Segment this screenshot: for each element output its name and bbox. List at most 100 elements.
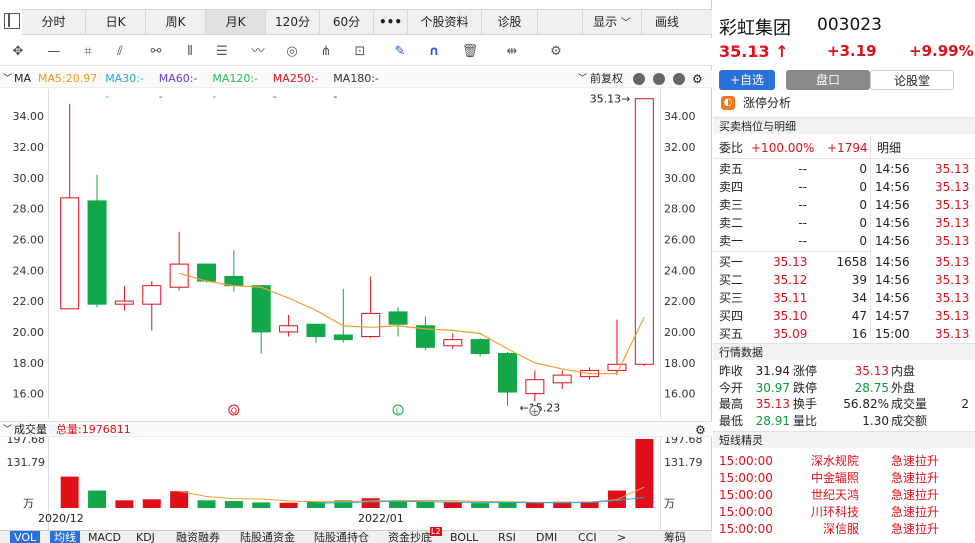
gear-icon[interactable]: ⚙ (695, 422, 706, 438)
tab-forum[interactable]: 论股堂 (870, 70, 954, 90)
indicator-tab[interactable]: 陆股通持仓 (314, 531, 369, 543)
level-price: 35.11 (773, 290, 808, 305)
settings-gear-icon[interactable]: ⚙ (546, 42, 566, 62)
fuquan-selector[interactable]: 前复权 (590, 70, 623, 88)
alert-stock[interactable]: 深信服 (803, 520, 859, 538)
gear-icon[interactable]: ⚙ (692, 70, 703, 88)
short-term-title: 短线精灵 (713, 431, 975, 448)
add-watchlist-button[interactable]: +自选 (719, 70, 775, 90)
volume-label: 成交量 (14, 423, 47, 436)
indicator-tab[interactable]: KDJ (136, 531, 155, 543)
y-tick-right: 30.00 (664, 172, 696, 185)
tab-more[interactable]: ••• (374, 10, 408, 34)
tab-diagnosis[interactable]: 诊股 (482, 10, 538, 34)
tab-week[interactable]: 周K (146, 10, 206, 34)
tab-profile[interactable]: 个股资料 (408, 10, 482, 34)
candle-body (552, 374, 572, 384)
line-tool-icon[interactable]: — (44, 42, 64, 62)
axis-left-line (48, 89, 49, 419)
text-box-icon[interactable]: ☰ (212, 42, 232, 62)
fan-tool-icon[interactable]: ⫽ (110, 42, 130, 62)
alert-stock[interactable]: 中金辐照 (803, 469, 859, 487)
level-price: -- (798, 198, 807, 213)
bars-tool-icon[interactable]: ⦀ (180, 42, 200, 62)
chevron-down-icon[interactable]: ﹀ (3, 422, 12, 438)
volume-chart[interactable]: 197.68 197.68 131.79 131.79 万 万 2020/12 2022/01 (0, 437, 712, 530)
vol-tick-left: 197.68 (7, 437, 46, 446)
annotation-icon[interactable]: ⊡ (350, 42, 370, 62)
indicator-tab[interactable]: 陆股通资金 (240, 531, 295, 543)
indicator-tab[interactable]: CCI (578, 531, 597, 543)
trash-icon[interactable]: 🗑 (460, 42, 480, 62)
sidebar-toggle-icon[interactable] (4, 13, 20, 29)
market-label: 跌停 (793, 380, 818, 395)
y-tick-left: 26.00 (13, 233, 45, 246)
ma-item: MA5:20.97 (38, 72, 98, 85)
crop-tool-icon[interactable]: ⌗ (78, 42, 98, 62)
limit-up-analysis-link[interactable]: 涨停分析 (743, 94, 791, 112)
alert-stock[interactable]: 世纪天鸿 (803, 486, 859, 504)
candle-body (251, 285, 271, 333)
move-cross-icon[interactable]: ✥ (8, 42, 28, 62)
indicator-tab[interactable]: MACD (88, 531, 121, 543)
indicator-tab[interactable]: > (617, 531, 626, 543)
chevron-down-icon[interactable]: ﹀ (578, 70, 587, 88)
candle-body (498, 353, 517, 393)
y-tick-left: 34.00 (13, 110, 45, 123)
alert-event: 急速拉升 (891, 471, 940, 485)
market-value: 35.13 (854, 364, 889, 378)
wave-tool-icon[interactable]: 〰 (248, 42, 268, 62)
trade-price: 35.13 (935, 272, 970, 287)
alert-stock[interactable]: 深水规院 (803, 452, 859, 470)
plus-icon[interactable] (653, 73, 665, 85)
event-marker-label: L (396, 407, 401, 416)
tab-day[interactable]: 日K (86, 10, 146, 34)
indicator-tab[interactable]: 融资融券 (176, 531, 220, 543)
alert-event: 急速拉升 (891, 488, 940, 502)
draw-toolbar: ✥ — ⌗ ⫽ ⚯ ⦀ ☰ 〰 ◎ ⋔ ⊡ ✎ ∩ 🗑 ⇹ ⚙ (0, 38, 712, 66)
buy-level-label: 买四 (719, 308, 744, 323)
indicator-tab[interactable]: VOL (10, 531, 41, 543)
minus-icon[interactable] (633, 73, 645, 85)
market-label: 量比 (793, 413, 818, 428)
eraser-icon[interactable]: ✎ (390, 42, 410, 62)
split-icon[interactable]: ⇹ (502, 42, 522, 62)
candle-body (361, 312, 381, 338)
indicator-tab[interactable]: 筹码 (664, 531, 686, 543)
tab-120min[interactable]: 120分 (266, 10, 320, 34)
circle-tool-icon[interactable]: ◎ (282, 42, 302, 62)
vol-tick-right: 131.79 (664, 456, 703, 469)
indicator-tab[interactable]: DMI (536, 531, 557, 543)
sell-level-label: 卖一 (719, 234, 744, 249)
volume-bar (471, 503, 490, 508)
tab-60min[interactable]: 60分 (320, 10, 374, 34)
fork-tool-icon[interactable]: ⋔ (316, 42, 336, 62)
candle-body (279, 325, 299, 333)
vol-tick-left: 131.79 (7, 456, 46, 469)
indicator-tab[interactable]: 均线 (50, 531, 80, 543)
minus-icon[interactable] (673, 73, 685, 85)
market-label: 涨停 (793, 364, 818, 378)
magnet-icon[interactable]: ∩ (424, 42, 444, 62)
trade-price: 35.13 (935, 180, 970, 195)
market-value: 28.91 (755, 413, 790, 428)
tab-draw[interactable]: 画线 (642, 10, 692, 34)
candlestick-chart[interactable]: 34.00 34.00 32.00 32.00 30.00 30.00 28.00 28.00… (0, 89, 712, 421)
alert-stock[interactable]: 川环科技 (803, 503, 859, 521)
candle-body (142, 285, 162, 305)
tab-minute[interactable]: 分时 (22, 10, 86, 34)
indicator-tab[interactable]: 资金抄底 (388, 531, 432, 543)
level-volume: 0 (859, 216, 867, 231)
stock-name: 彩虹集团 (719, 18, 791, 39)
tab-order-book[interactable]: 盘口 (786, 70, 870, 90)
alert-event: 急速拉升 (891, 522, 940, 536)
market-value: 56.82% (843, 397, 889, 411)
column-divider (870, 136, 871, 342)
indicator-tab[interactable]: BOLL (450, 531, 478, 543)
link-tool-icon[interactable]: ⚯ (146, 42, 166, 62)
volume-bar (361, 498, 380, 508)
tab-display[interactable]: 显示 ﹀ (582, 10, 642, 34)
chevron-down-icon[interactable]: ﹀ (3, 70, 12, 88)
tab-month[interactable]: 月K (206, 10, 266, 34)
indicator-tab[interactable]: RSI (498, 531, 516, 543)
